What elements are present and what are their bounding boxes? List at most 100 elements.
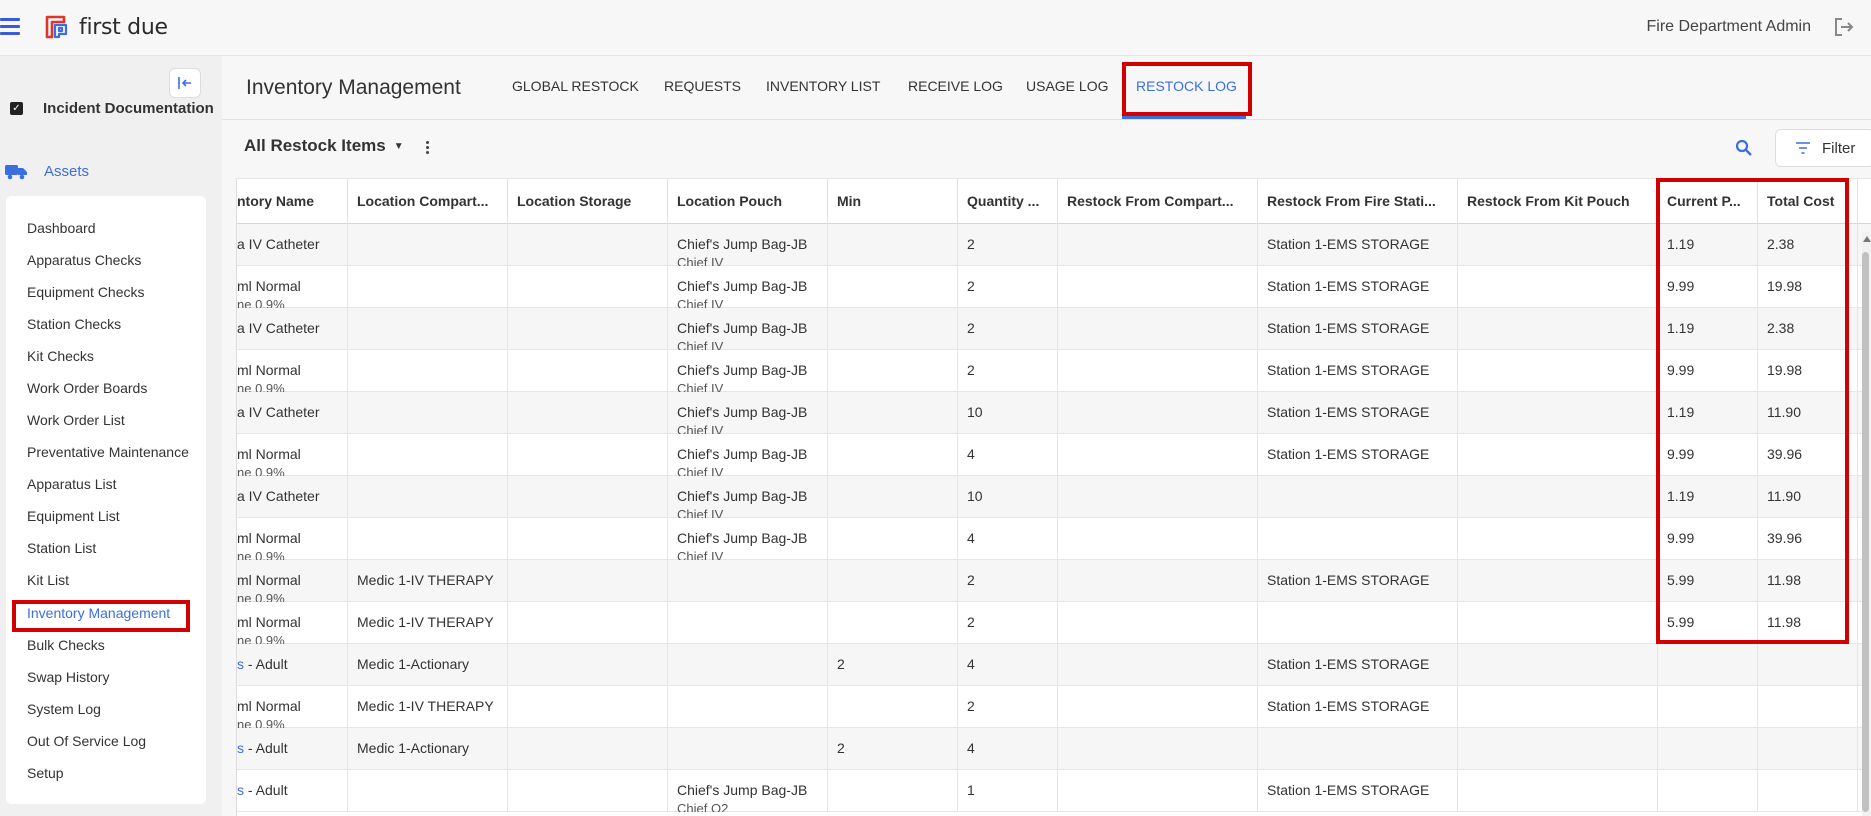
table-cell-rs-pouch bbox=[1458, 686, 1658, 728]
column-header-quantity[interactable]: Quantity ... bbox=[958, 179, 1058, 225]
cell-text: 2 bbox=[967, 698, 975, 714]
sidebar-item-swap-history[interactable]: Swap History bbox=[27, 669, 109, 685]
filter-button[interactable]: Filter bbox=[1775, 129, 1871, 167]
table-cell-min: 2 bbox=[828, 728, 958, 770]
sidebar-item-kit-list[interactable]: Kit List bbox=[27, 572, 69, 588]
cell-text-secondary: Chief IV bbox=[677, 339, 724, 350]
table-row[interactable]: a IV Catheter Chief's Jump Bag-JB Chief IV… bbox=[237, 224, 1871, 266]
sidebar-item-kit-checks[interactable]: Kit Checks bbox=[27, 348, 94, 364]
table-row[interactable]: s - Adult Medic 1-Actionary 2 4 bbox=[237, 728, 1871, 770]
table-cell-storage bbox=[508, 686, 668, 728]
cell-text: 2 bbox=[967, 572, 975, 588]
collapse-sidebar-button[interactable] bbox=[169, 68, 201, 98]
table-cell-pouch: Chief's Jump Bag-JB Chief O2 bbox=[668, 770, 828, 812]
sidebar-item-equipment-list[interactable]: Equipment List bbox=[27, 508, 120, 524]
sidebar-item-setup[interactable]: Setup bbox=[27, 765, 64, 781]
sidebar-item-out-of-service-log[interactable]: Out Of Service Log bbox=[27, 733, 146, 749]
table-cell-qty: 2 bbox=[958, 224, 1058, 266]
table-cell-storage bbox=[508, 644, 668, 686]
sidebar-item-dashboard[interactable]: Dashboard bbox=[27, 220, 96, 236]
cell-text: ml Normal bbox=[237, 362, 301, 378]
column-header-location-compartment[interactable]: Location Compart... bbox=[348, 179, 508, 225]
sidebar-item-work-order-boards[interactable]: Work Order Boards bbox=[27, 380, 147, 396]
table-row[interactable]: ml Normal ne 0.9% Medic 1-IV THERAPY 2 Stati… bbox=[237, 560, 1871, 602]
tab-inventory-list[interactable]: INVENTORY LIST bbox=[766, 78, 880, 94]
table-scrollbar[interactable] bbox=[1862, 232, 1871, 816]
search-icon[interactable] bbox=[1734, 138, 1754, 158]
cell-text: 2.38 bbox=[1767, 236, 1795, 252]
sidebar-item-station-list[interactable]: Station List bbox=[27, 540, 96, 556]
cell-text: 4 bbox=[967, 656, 975, 672]
table-cell-storage bbox=[508, 728, 668, 770]
table-cell-price bbox=[1658, 686, 1758, 728]
column-header-restock-from-fire-station[interactable]: Restock From Fire Stati... bbox=[1258, 179, 1458, 225]
logo[interactable]: first due bbox=[44, 14, 168, 40]
tab-requests[interactable]: REQUESTS bbox=[664, 78, 741, 94]
cell-text: Station 1-EMS STORAGE bbox=[1267, 278, 1430, 294]
column-header-min[interactable]: Min bbox=[828, 179, 958, 225]
sidebar-item-apparatus-list[interactable]: Apparatus List bbox=[27, 476, 117, 492]
sidebar-section-assets[interactable]: Assets bbox=[4, 162, 89, 180]
cell-text: 9.99 bbox=[1667, 362, 1695, 378]
table-cell-name: a IV Catheter bbox=[237, 224, 348, 266]
table-cell-qty: 10 bbox=[958, 476, 1058, 518]
cell-text: 9.99 bbox=[1667, 278, 1695, 294]
sidebar-item-work-order-list[interactable]: Work Order List bbox=[27, 412, 125, 428]
table-row[interactable]: ml Normal ne 0.9% Chief's Jump Bag-JB Chief… bbox=[237, 350, 1871, 392]
table-row[interactable]: ml Normal ne 0.9% Chief's Jump Bag-JB Chief… bbox=[237, 434, 1871, 476]
column-header-location-storage[interactable]: Location Storage bbox=[508, 179, 668, 225]
table-row[interactable]: s - Adult Medic 1-Actionary 2 4 Station 1-EM… bbox=[237, 644, 1871, 686]
cell-text: Station 1-EMS STORAGE bbox=[1267, 572, 1430, 588]
sidebar-item-system-log[interactable]: System Log bbox=[27, 701, 101, 717]
truck-icon bbox=[5, 165, 27, 180]
cell-text: 9.99 bbox=[1667, 446, 1695, 462]
table-row[interactable]: s - Adult Chief's Jump Bag-JB Chief O2 1 Sta… bbox=[237, 770, 1871, 812]
sidebar-item-preventative-maintenance[interactable]: Preventative Maintenance bbox=[27, 444, 189, 460]
sidebar-section-incident[interactable]: ✓ Incident Documentation bbox=[10, 100, 214, 117]
table-row[interactable]: ml Normal ne 0.9% Medic 1-IV THERAPY 2 5.99 1… bbox=[237, 602, 1871, 644]
more-options-icon[interactable] bbox=[420, 136, 434, 158]
sidebar-item-bulk-checks[interactable]: Bulk Checks bbox=[27, 637, 105, 653]
scroll-thumb[interactable] bbox=[1862, 252, 1869, 812]
column-header-restock-from-kit-pouch[interactable]: Restock From Kit Pouch bbox=[1458, 179, 1658, 225]
table-cell-rs-station: Station 1-EMS STORAGE bbox=[1258, 686, 1458, 728]
cell-text: 2 bbox=[837, 740, 845, 756]
table-cell-rs-station bbox=[1258, 518, 1458, 560]
column-header-inventory-name[interactable]: ntory Name bbox=[237, 179, 348, 225]
logout-icon[interactable] bbox=[1833, 16, 1855, 38]
table-row[interactable]: a IV Catheter Chief's Jump Bag-JB Chief IV… bbox=[237, 392, 1871, 434]
tab-usage-log[interactable]: USAGE LOG bbox=[1026, 78, 1108, 94]
table-cell-rs-pouch bbox=[1458, 392, 1658, 434]
user-name[interactable]: Fire Department Admin bbox=[1646, 18, 1811, 36]
table-cell-name: a IV Catheter bbox=[237, 476, 348, 518]
column-header-current-price[interactable]: Current P... bbox=[1658, 179, 1758, 225]
table-row[interactable]: ml Normal ne 0.9% Chief's Jump Bag-JB Chief… bbox=[237, 266, 1871, 308]
sidebar-item-apparatus-checks[interactable]: Apparatus Checks bbox=[27, 252, 141, 268]
table-row[interactable]: ml Normal ne 0.9% Chief's Jump Bag-JB Chief… bbox=[237, 518, 1871, 560]
table-row[interactable]: a IV Catheter Chief's Jump Bag-JB Chief IV… bbox=[237, 476, 1871, 518]
hamburger-menu-icon[interactable] bbox=[0, 18, 20, 36]
column-header-location-pouch[interactable]: Location Pouch bbox=[668, 179, 828, 225]
table-cell-name: ml Normal ne 0.9% bbox=[237, 686, 348, 728]
column-header-restock-from-compartment[interactable]: Restock From Compart... bbox=[1058, 179, 1258, 225]
table-cell-compartment bbox=[348, 392, 508, 434]
table-cell-rs-comp bbox=[1058, 476, 1258, 518]
table-cell-compartment: Medic 1-Actionary bbox=[348, 728, 508, 770]
caret-down-icon: ▼ bbox=[393, 140, 404, 152]
cell-text: 2 bbox=[967, 320, 975, 336]
tab-global-restock[interactable]: GLOBAL RESTOCK bbox=[512, 78, 639, 94]
tab-receive-log[interactable]: RECEIVE LOG bbox=[908, 78, 1003, 94]
table-cell-compartment bbox=[348, 770, 508, 812]
sidebar-item-equipment-checks[interactable]: Equipment Checks bbox=[27, 284, 145, 300]
table-row[interactable]: a IV Catheter Chief's Jump Bag-JB Chief IV… bbox=[237, 308, 1871, 350]
view-selector[interactable]: All Restock Items ▼ bbox=[244, 136, 404, 156]
sidebar-item-station-checks[interactable]: Station Checks bbox=[27, 316, 121, 332]
table-cell-total bbox=[1758, 644, 1858, 686]
scroll-up-arrow-icon[interactable] bbox=[1863, 236, 1871, 242]
filter-icon bbox=[1796, 142, 1810, 154]
cell-text: Station 1-EMS STORAGE bbox=[1267, 404, 1430, 420]
table-row[interactable]: ml Normal ne 0.9% Medic 1-IV THERAPY 2 Stati… bbox=[237, 686, 1871, 728]
cell-text-secondary: ne 0.9% bbox=[237, 633, 285, 644]
column-header-total-cost[interactable]: Total Cost bbox=[1758, 179, 1858, 225]
table-cell-rs-comp bbox=[1058, 770, 1258, 812]
